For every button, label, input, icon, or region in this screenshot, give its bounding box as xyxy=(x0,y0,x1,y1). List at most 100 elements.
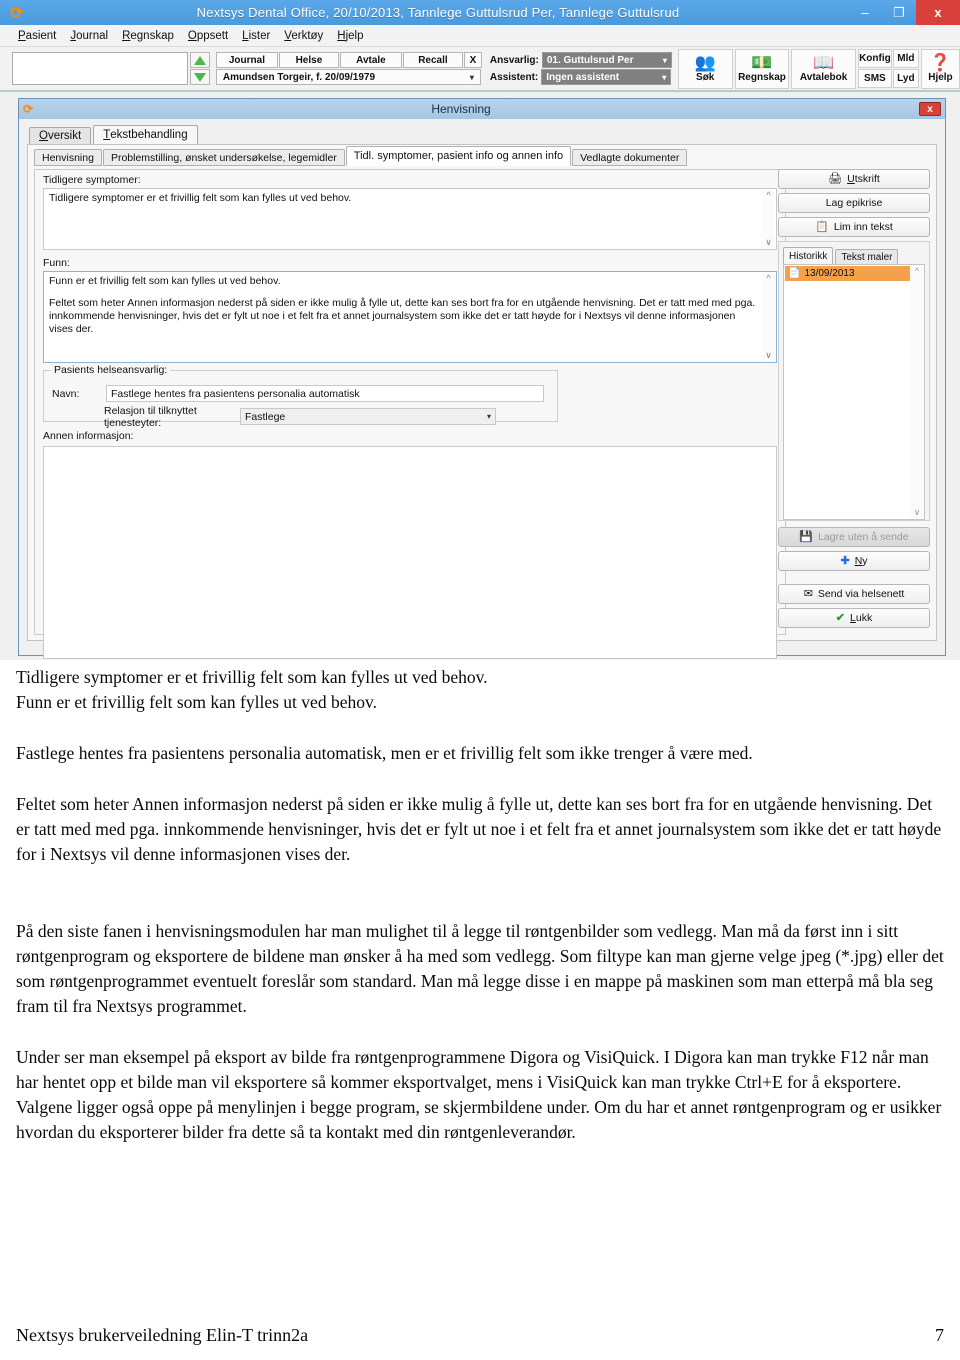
tab-tekst-maler[interactable]: Tekst maler xyxy=(835,249,899,264)
regnskap-label: Regnskap xyxy=(738,72,786,83)
plus-icon: ✚ xyxy=(840,554,850,567)
recall-button[interactable]: Recall xyxy=(402,52,463,68)
green-check-icon: ✔ xyxy=(835,611,846,624)
assistent-select[interactable]: Ingen assistent ▾ xyxy=(541,69,672,85)
close-patient-button[interactable]: X xyxy=(463,52,482,68)
inner-tab-strip: Henvisning Problemstilling, ønsket under… xyxy=(28,145,936,166)
paragraph-3: Fastlege hentes fra pasientens personali… xyxy=(16,743,753,763)
window-title-bar: ⟳ Nextsys Dental Office, 20/10/2013, Tan… xyxy=(0,0,960,25)
chevron-down-icon: ▾ xyxy=(662,55,667,65)
dialog-body: Oversikt Tekstbehandling Henvisning Prob… xyxy=(19,119,945,659)
document-icon: 📄 xyxy=(788,268,801,279)
page-footer: Nextsys brukerveiledning Elin-T trinn2a … xyxy=(0,1325,960,1346)
navn-input[interactable]: Fastlege hentes fra pasientens personali… xyxy=(106,385,544,402)
history-item-date: 13/09/2013 xyxy=(804,268,855,279)
dialog-title: Henvisning xyxy=(431,102,491,116)
send-via-helsenett-label: Send via helsenett xyxy=(817,588,905,600)
tab-problemstilling[interactable]: Problemstilling, ønsket undersøkelse, le… xyxy=(102,149,345,166)
window-title: Nextsys Dental Office, 20/10/2013, Tannl… xyxy=(196,5,680,20)
funn-textarea[interactable]: Funn er et frivillig felt som kan fylles… xyxy=(43,271,777,363)
form-area: Tidligere symptomer: Tidligere symptomer… xyxy=(34,169,786,659)
funn-value-line1: Funn er et frivillig felt som kan fylles… xyxy=(49,275,281,287)
ansvarlig-label: Ansvarlig: xyxy=(489,54,539,66)
scrollbar-vertical[interactable]: ^ ∨ xyxy=(762,273,775,361)
tab-historikk[interactable]: Historikk xyxy=(783,247,834,264)
people-search-icon: 👥 xyxy=(694,53,716,72)
patient-combo-value: Amundsen Torgeir, f. 20/09/1979 xyxy=(222,71,376,83)
scroll-down-icon: ∨ xyxy=(913,507,921,517)
scroll-up-icon: ^ xyxy=(766,190,771,200)
scrollbar-vertical[interactable]: ^ ∨ xyxy=(762,190,775,248)
lag-epikrise-button[interactable]: Lag epikrise xyxy=(778,193,930,213)
lim-inn-tekst-button[interactable]: 📋 Lim inn tekst xyxy=(778,217,930,237)
menu-item-pasient[interactable]: PPasientasient xyxy=(18,30,56,42)
lagre-uten-a-sende-button[interactable]: 💾 Lagre uten å sende xyxy=(778,527,930,547)
patient-combo[interactable]: Amundsen Torgeir, f. 20/09/1979 ▾ xyxy=(215,69,481,85)
paragraph-4: Feltet som heter Annen informasjon neder… xyxy=(16,794,942,864)
main-menu-bar: PPasientasient Journal Regnskap Oppsett … xyxy=(0,25,960,47)
paragraph-6: Under ser man eksempel på eksport av bil… xyxy=(16,1047,942,1142)
annen-informasjon-textarea[interactable] xyxy=(43,446,777,659)
patient-quick-buttons: Journal Helse Avtale Recall X Amundsen T… xyxy=(215,52,482,85)
regnskap-button[interactable]: 💵 Regnskap xyxy=(734,48,790,89)
historikk-tab-strip: Historikk Tekst maler xyxy=(783,246,925,264)
tidligere-symptomer-value: Tidligere symptomer er et frivillig felt… xyxy=(49,192,352,204)
assistent-value: Ingen assistent xyxy=(546,71,620,83)
avtale-button[interactable]: Avtale xyxy=(339,52,402,68)
list-item[interactable]: 📄 13/09/2013 xyxy=(785,266,910,281)
mld-button[interactable]: Mld xyxy=(892,49,919,68)
sms-button[interactable]: SMS xyxy=(857,69,892,88)
scroll-down-icon xyxy=(193,72,206,82)
application-window: ⟳ Nextsys Dental Office, 20/10/2013, Tan… xyxy=(0,0,960,660)
app-logo-icon: ⟳ xyxy=(10,4,24,22)
menu-item-regnskap[interactable]: Regnskap xyxy=(122,30,174,42)
avtalebok-button[interactable]: 📖 Avtalebok xyxy=(791,48,856,89)
scroll-up-icon: ^ xyxy=(914,266,920,276)
tab-vedlagte-dokumenter[interactable]: Vedlagte dokumenter xyxy=(572,149,688,166)
helse-button[interactable]: Helse xyxy=(278,52,339,68)
dialog-close-button[interactable]: x xyxy=(919,102,941,116)
menu-item-verktoy[interactable]: Verktøy xyxy=(284,30,323,42)
utskrift-button[interactable]: 🖨 Utskrift xyxy=(778,169,930,189)
tab-tekstbehandling[interactable]: Tekstbehandling xyxy=(93,125,198,144)
main-toolbar: Journal Helse Avtale Recall X Amundsen T… xyxy=(0,47,960,92)
paragraph-2: Funn er et frivillig felt som kan fylles… xyxy=(16,692,377,712)
tab-tidl-symptomer[interactable]: Tidl. symptomer, pasient info og annen i… xyxy=(345,146,572,166)
lim-inn-tekst-label: Lim inn tekst xyxy=(833,221,893,233)
ny-button[interactable]: ✚ Ny xyxy=(778,551,930,571)
scroll-up-icon: ^ xyxy=(766,273,771,283)
lyd-button[interactable]: Lyd xyxy=(892,69,919,88)
scrollbar-vertical[interactable]: ^ ∨ xyxy=(911,266,923,518)
menu-item-journal[interactable]: Journal xyxy=(70,30,108,42)
menu-item-oppsett[interactable]: Oppsett xyxy=(188,30,228,42)
scroll-down-icon: ∨ xyxy=(765,237,772,247)
scroll-down-button[interactable] xyxy=(189,69,210,85)
tab-henvisning[interactable]: Henvisning xyxy=(34,149,102,166)
konfig-button[interactable]: Konfig xyxy=(857,49,892,68)
historikk-list[interactable]: 📄 13/09/2013 ^ ∨ xyxy=(783,264,925,520)
tidligere-symptomer-textarea[interactable]: Tidligere symptomer er et frivillig felt… xyxy=(43,188,777,250)
dialog-title-bar: ⟳ Henvisning x xyxy=(19,99,945,119)
menu-item-hjelp[interactable]: Hjelp xyxy=(337,30,363,42)
footer-left-text: Nextsys brukerveiledning Elin-T trinn2a xyxy=(16,1325,309,1345)
journal-button[interactable]: Journal xyxy=(215,52,278,68)
close-button[interactable]: x xyxy=(916,0,960,25)
patient-search-input[interactable] xyxy=(12,52,188,85)
outer-tab-strip: Oversikt Tekstbehandling xyxy=(29,125,939,144)
send-via-helsenett-button[interactable]: ✉ Send via helsenett xyxy=(778,584,930,604)
sok-button[interactable]: 👥 Søk xyxy=(677,48,733,89)
minimize-button[interactable]: – xyxy=(848,0,882,25)
chevron-down-icon: ▾ xyxy=(469,72,474,82)
maximize-button[interactable]: ❐ xyxy=(882,0,916,25)
hjelp-button[interactable]: ❓ Hjelp xyxy=(920,48,960,89)
relasjon-select[interactable]: Fastlege ▾ xyxy=(240,408,496,425)
tab-oversikt[interactable]: Oversikt xyxy=(29,127,92,144)
menu-item-lister[interactable]: Lister xyxy=(242,30,270,42)
lukk-button[interactable]: ✔ Lukk xyxy=(778,608,930,628)
scroll-up-button[interactable] xyxy=(189,52,210,68)
ansvarlig-select[interactable]: 01. Guttulsrud Per ▾ xyxy=(541,52,672,68)
scroll-down-icon: ∨ xyxy=(765,350,772,360)
paragraph-5: På den siste fanen i henvisningsmodulen … xyxy=(16,921,944,1016)
